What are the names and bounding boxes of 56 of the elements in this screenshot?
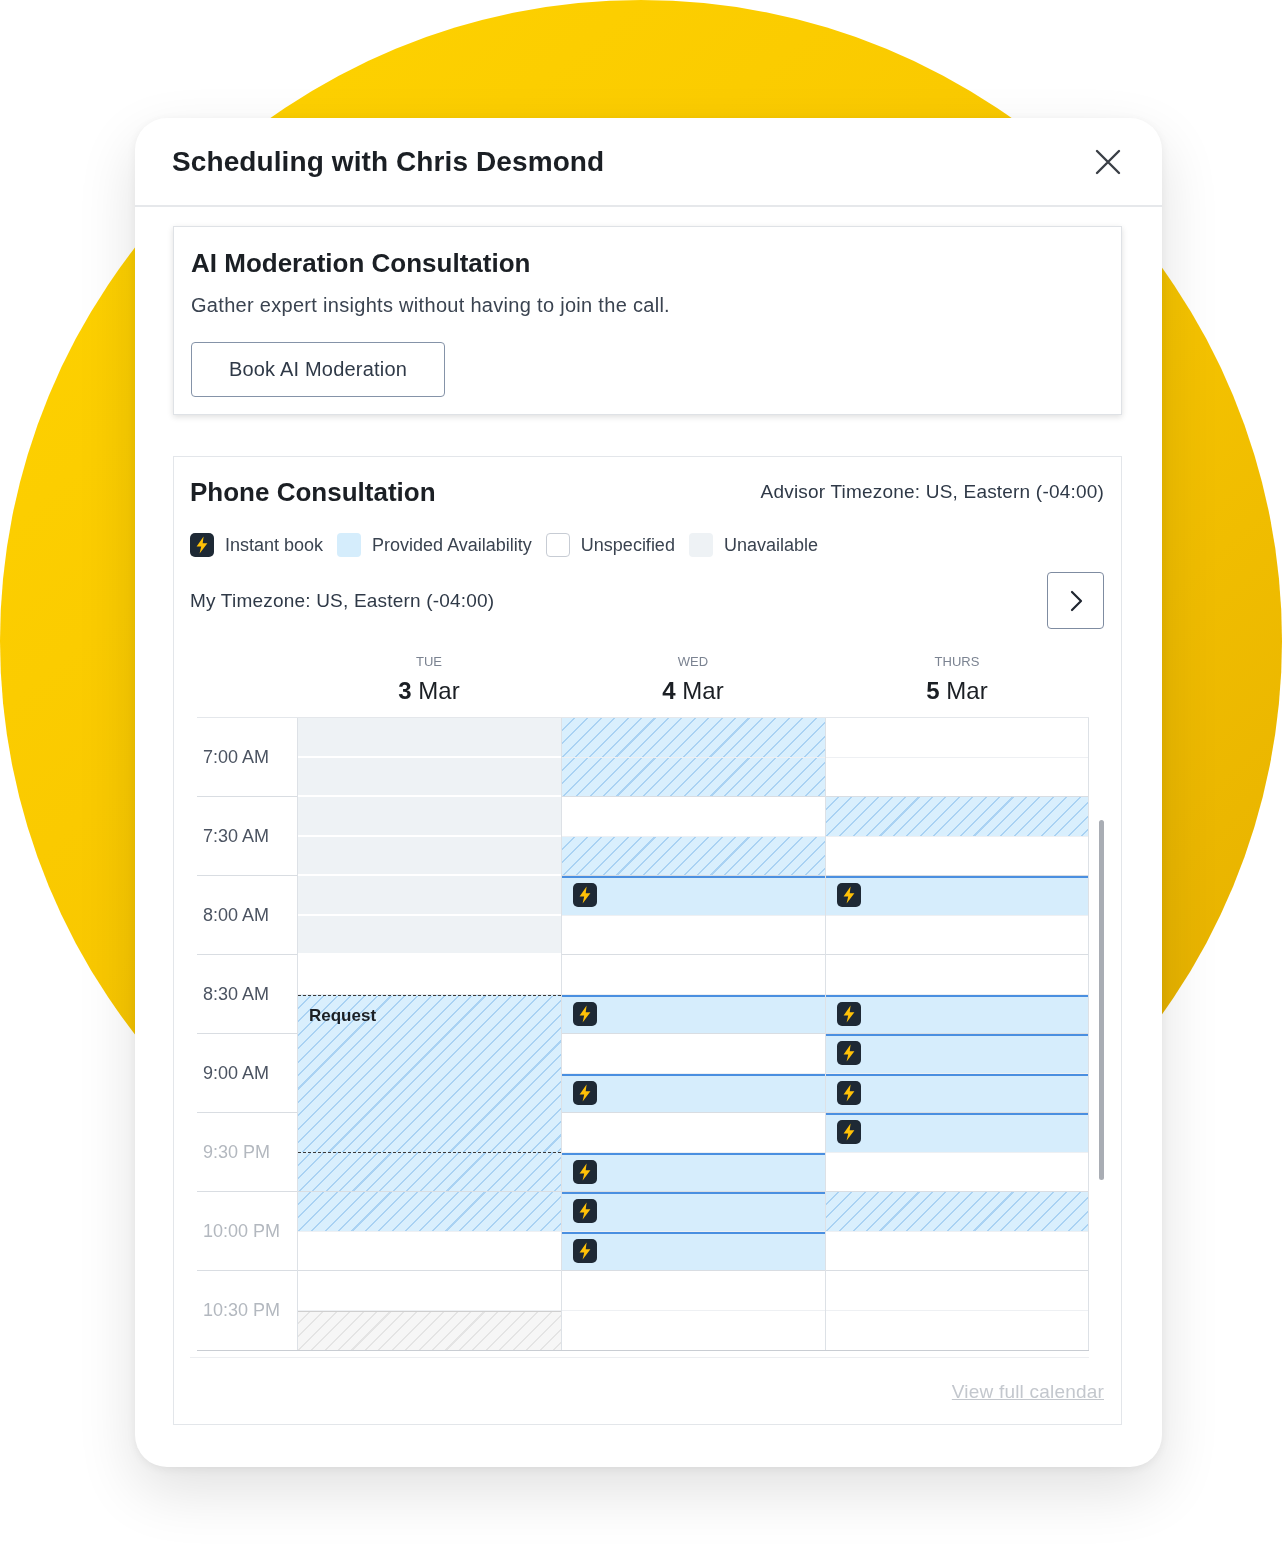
- instant-book-slot[interactable]: [562, 1192, 825, 1232]
- close-icon: [1094, 147, 1122, 176]
- instant-book-slot[interactable]: [562, 876, 825, 916]
- lightning-bolt-icon: [837, 1120, 861, 1145]
- date-label: 5 Mar: [926, 677, 988, 705]
- lightning-bolt-icon: [837, 1001, 861, 1026]
- card-title: Phone Consultation: [190, 477, 436, 507]
- date-label: 4 Mar: [662, 677, 724, 705]
- time-label: 10:30 PM: [202, 1299, 282, 1322]
- instant-book-slot[interactable]: [826, 1034, 1088, 1074]
- time-label: 8:00 AM: [197, 876, 297, 955]
- lightning-bolt-icon: [573, 1238, 597, 1263]
- instant-book-slot[interactable]: [562, 1152, 825, 1192]
- instant-book-slot[interactable]: [826, 994, 1088, 1034]
- time-label: 7:30 AM: [197, 797, 297, 876]
- scrollbar-thumb[interactable]: [1099, 820, 1104, 1180]
- weekday-label: TUE: [416, 654, 442, 670]
- weekday-label: THURS: [934, 654, 980, 670]
- book-button[interactable]: Book AI Moderation: [191, 342, 445, 397]
- instant-book-slot[interactable]: [562, 994, 825, 1034]
- time-label: 7:00 AM: [197, 718, 297, 797]
- card-description: Gather expert insights without having to join the call.: [191, 293, 670, 317]
- instant-book-slot[interactable]: [562, 1073, 825, 1113]
- time-label: 10:00 PM: [197, 1192, 297, 1271]
- swatch-icon: [337, 533, 362, 557]
- instant-book-slot[interactable]: [826, 876, 1088, 916]
- dialog-title: Scheduling with Chris Desmond: [172, 145, 605, 178]
- lightning-bolt-icon: [573, 1080, 597, 1105]
- lightning-bolt-icon: [573, 1199, 597, 1224]
- swatch-icon: [545, 533, 570, 557]
- close-button[interactable]: [1094, 147, 1122, 176]
- lightning-bolt-icon: [573, 1159, 597, 1184]
- request-label: Request: [309, 1005, 377, 1026]
- legend-label: Provided Availability: [372, 534, 532, 556]
- lightning-bolt-icon: [837, 1080, 861, 1105]
- request-block[interactable]: Request: [298, 994, 561, 1153]
- lightning-bolt-icon: [573, 1001, 597, 1026]
- time-label: 9:30 PM: [197, 1113, 297, 1192]
- my-timezone: My Timezone: US, Eastern (-04:00): [190, 589, 495, 612]
- lightning-bolt-icon: [837, 1041, 861, 1066]
- lightning-bolt-icon: [573, 883, 597, 908]
- card-title: AI Moderation Consultation: [191, 248, 531, 278]
- legend-label: Unavailable: [723, 534, 818, 556]
- time-label: 9:00 AM: [197, 1034, 297, 1113]
- lightning-bolt-icon: [837, 883, 861, 908]
- weekday-label: WED: [677, 654, 709, 670]
- date-label: 3 Mar: [398, 677, 460, 705]
- legend-label: Instant book: [225, 534, 324, 556]
- next-button[interactable]: [1047, 572, 1104, 629]
- advisor-timezone: Advisor Timezone: US, Eastern (-04:00): [760, 481, 1104, 503]
- instant-book-slot[interactable]: [826, 1113, 1088, 1153]
- lightning-bolt-icon: [190, 533, 214, 557]
- time-label: 8:30 AM: [197, 955, 297, 1034]
- legend-label: Unspecified: [580, 534, 675, 556]
- instant-book-slot[interactable]: [562, 1231, 825, 1271]
- instant-book-slot[interactable]: [826, 1073, 1088, 1113]
